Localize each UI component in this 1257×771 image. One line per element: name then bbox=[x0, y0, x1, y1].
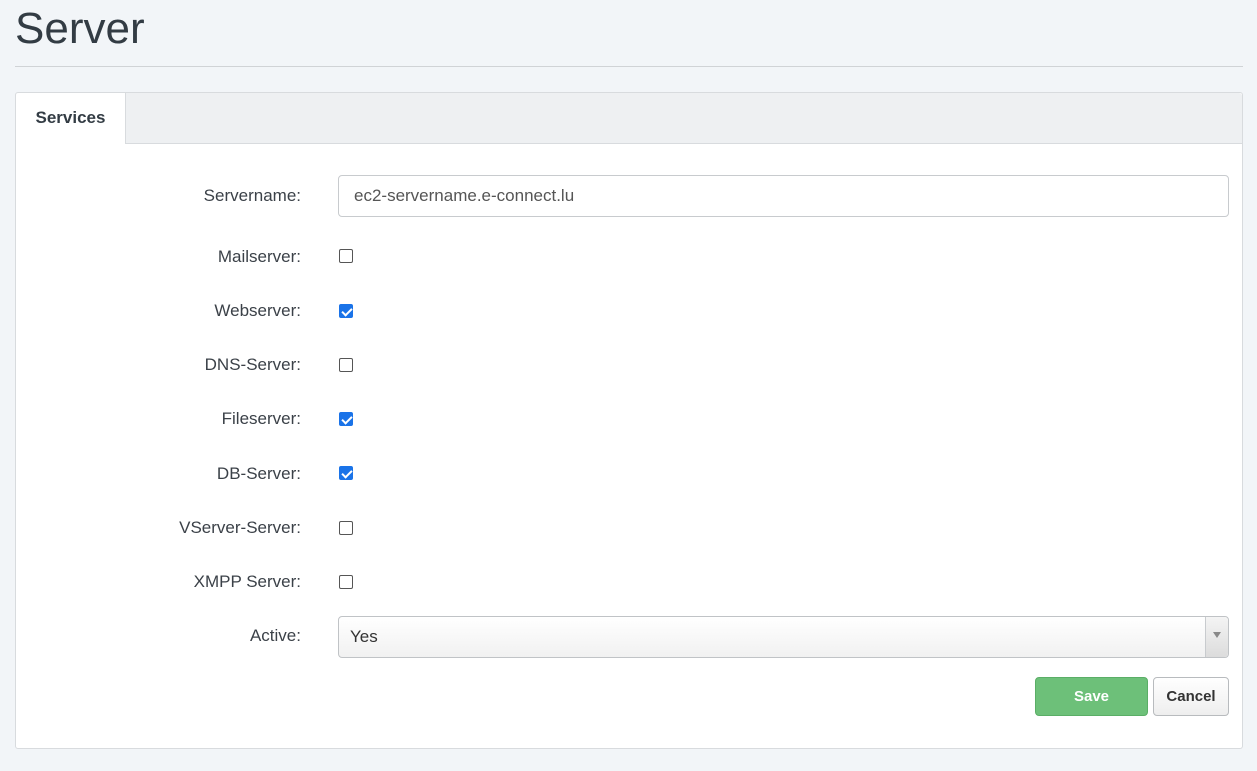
server-form-panel: Services Servername: Mailserver: Webserv… bbox=[15, 92, 1243, 749]
cancel-button[interactable]: Cancel bbox=[1153, 677, 1229, 716]
fileserver-label: Fileserver: bbox=[221, 409, 301, 428]
page-title: Server bbox=[15, 4, 145, 53]
save-button[interactable]: Save bbox=[1035, 677, 1148, 716]
tab-services[interactable]: Services bbox=[16, 93, 126, 144]
webserver-label: Webserver: bbox=[214, 301, 301, 320]
servername-label: Servername: bbox=[203, 186, 301, 205]
vserver-server-label: VServer-Server: bbox=[179, 518, 301, 537]
active-select-value: Yes bbox=[350, 627, 378, 646]
vserver-server-checkbox[interactable] bbox=[339, 521, 353, 535]
mailserver-label: Mailserver: bbox=[217, 247, 301, 266]
xmpp-server-label: XMPP Server: bbox=[193, 572, 301, 591]
dns-server-checkbox[interactable] bbox=[339, 358, 353, 372]
chevron-down-icon[interactable] bbox=[1205, 617, 1228, 657]
fileserver-checkbox[interactable] bbox=[339, 412, 353, 426]
mailserver-checkbox[interactable] bbox=[339, 249, 353, 263]
active-select[interactable]: Yes bbox=[338, 616, 1229, 658]
xmpp-server-checkbox[interactable] bbox=[339, 575, 353, 589]
servername-input[interactable] bbox=[338, 175, 1229, 217]
db-server-label: DB-Server: bbox=[216, 464, 301, 483]
tab-bar: Services bbox=[16, 93, 1242, 144]
dns-server-label: DNS-Server: bbox=[204, 355, 301, 374]
title-divider bbox=[15, 66, 1243, 67]
db-server-checkbox[interactable] bbox=[339, 466, 353, 480]
webserver-checkbox[interactable] bbox=[339, 304, 353, 318]
active-label: Active: bbox=[249, 626, 301, 645]
